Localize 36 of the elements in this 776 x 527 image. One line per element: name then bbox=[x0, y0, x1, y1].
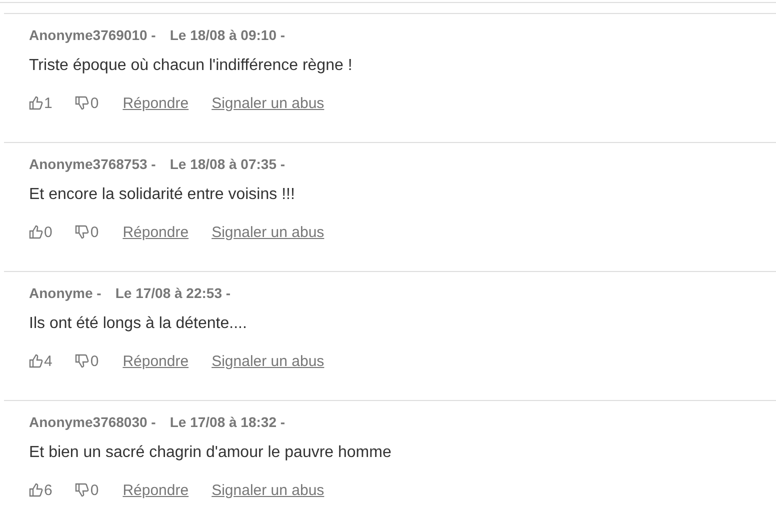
comment-text: Et bien un sacré chagrin d'amour le pauvre homme bbox=[29, 443, 392, 463]
thumbs-down-icon[interactable] bbox=[75, 96, 90, 110]
reply-link[interactable]: Répondre bbox=[122, 352, 189, 370]
like-count: 6 bbox=[44, 482, 52, 498]
comment-date: Le 18/08 à 09:10 - bbox=[170, 27, 286, 43]
thumbs-up-icon[interactable] bbox=[29, 483, 43, 497]
comment-date: Le 17/08 à 18:32 - bbox=[170, 414, 286, 430]
dislike-count: 0 bbox=[90, 224, 99, 240]
comment-author: Anonyme3768030 - bbox=[29, 414, 156, 430]
report-link[interactable]: Signaler un abus bbox=[212, 352, 324, 370]
like-count: 0 bbox=[44, 224, 52, 240]
comment-date: Le 17/08 à 22:53 - bbox=[115, 285, 231, 301]
comment-author: Anonyme3769010 - bbox=[29, 27, 156, 43]
report-link[interactable]: Signaler un abus bbox=[212, 94, 324, 112]
comment-author: Anonyme3768753 - bbox=[29, 156, 156, 172]
comment-text: Triste époque où chacun l'indifférence règne ! bbox=[29, 56, 354, 76]
thumbs-down-icon[interactable] bbox=[75, 354, 90, 368]
comment-author: Anonyme - bbox=[29, 285, 102, 301]
dislike-count: 0 bbox=[90, 94, 99, 112]
thumbs-down-icon[interactable] bbox=[75, 225, 90, 239]
thumbs-up-icon[interactable] bbox=[29, 354, 43, 368]
like-count: 4 bbox=[44, 352, 52, 370]
comment-date: Le 18/08 à 07:35 - bbox=[170, 156, 286, 172]
report-link[interactable]: Signaler un abus bbox=[212, 482, 324, 498]
like-count: 1 bbox=[44, 94, 52, 112]
dislike-count: 0 bbox=[90, 482, 99, 498]
thumbs-up-icon[interactable] bbox=[29, 96, 43, 110]
comment-text: Ils ont été longs à la détente.... bbox=[29, 314, 248, 334]
report-link[interactable]: Signaler un abus bbox=[212, 224, 324, 240]
comment-text: Et encore la solidarité entre voisins !!! bbox=[29, 185, 296, 205]
reply-link[interactable]: Répondre bbox=[122, 94, 189, 112]
thumbs-up-icon[interactable] bbox=[29, 225, 43, 239]
reply-link[interactable]: Répondre bbox=[122, 482, 189, 498]
thumbs-down-icon[interactable] bbox=[75, 483, 90, 497]
dislike-count: 0 bbox=[90, 352, 99, 370]
reply-link[interactable]: Répondre bbox=[122, 224, 189, 240]
